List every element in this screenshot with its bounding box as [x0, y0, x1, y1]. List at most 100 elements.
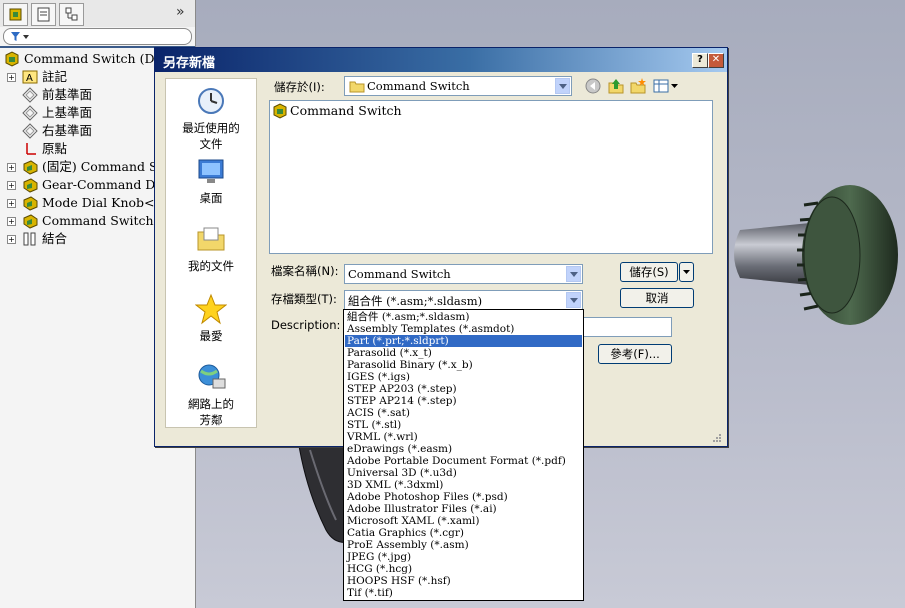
place-label: 最愛 [199, 329, 223, 343]
tree-item-label: 原點 [42, 141, 68, 156]
filetype-option[interactable]: HOOPS HSF (*.hsf) [345, 575, 582, 587]
filename-label: 檔案名稱(N): [271, 264, 339, 278]
tree-item-label: 上基準面 [42, 105, 93, 120]
filetype-combo[interactable]: 組合件 (*.asm;*.sldasm) [344, 290, 583, 310]
plane-icon [22, 105, 38, 121]
filter-icon [11, 32, 29, 41]
gear-model-graphic [734, 185, 898, 325]
part-icon [23, 196, 38, 211]
tab-property-manager[interactable] [31, 3, 56, 26]
filetype-option[interactable]: Adobe Illustrator Files (*.ai) [345, 503, 582, 515]
expand-toggle[interactable]: + [7, 199, 16, 208]
place-desktop[interactable]: 桌面 [166, 155, 256, 206]
filetype-option[interactable]: ProE Assembly (*.asm) [345, 539, 582, 551]
filetype-option[interactable]: ACIS (*.sat) [345, 407, 582, 419]
assembly-icon [5, 51, 19, 67]
filetype-option[interactable]: eDrawings (*.easm) [345, 443, 582, 455]
chevron-down-icon[interactable] [566, 292, 581, 308]
filetype-option[interactable]: Tif (*.tif) [345, 587, 582, 599]
filetype-option[interactable]: HCG (*.hcg) [345, 563, 582, 575]
place-my-documents[interactable]: 我的文件 [166, 223, 256, 274]
back-icon[interactable] [585, 78, 601, 94]
filetype-option[interactable]: VRML (*.wrl) [345, 431, 582, 443]
places-bar: 最近使用的文件 桌面 我的文件 最愛 網路上的芳鄰 [165, 78, 257, 428]
save-button-label: 儲存(S) [629, 265, 669, 279]
feature-manager-tabs: » [0, 0, 195, 27]
place-label: 最近使用的文件 [182, 121, 240, 151]
file-list[interactable]: Command Switch [269, 100, 713, 254]
part-icon [23, 214, 38, 229]
filetype-option[interactable]: STEP AP214 (*.step) [345, 395, 582, 407]
filename-value: Command Switch [348, 267, 451, 281]
save-in-combo[interactable]: Command Switch [344, 76, 572, 96]
tree-item-label: Command Switch< [42, 213, 165, 228]
svg-text:A: A [26, 73, 33, 84]
filetype-value: 組合件 (*.asm;*.sldasm) [348, 294, 483, 308]
filetype-option[interactable]: STL (*.stl) [345, 419, 582, 431]
view-menu-icon[interactable] [653, 78, 681, 94]
place-label: 網路上的芳鄰 [188, 397, 234, 427]
filetype-option[interactable]: STEP AP203 (*.step) [345, 383, 582, 395]
filetype-option[interactable]: IGES (*.igs) [345, 371, 582, 383]
network-places-icon [198, 364, 226, 389]
tree-item-label: 右基準面 [42, 123, 93, 138]
annotations-icon: A [22, 70, 38, 84]
filetype-option[interactable]: Adobe Photoshop Files (*.psd) [345, 491, 582, 503]
chevron-down-icon[interactable] [555, 78, 570, 94]
filetype-option[interactable]: JPEG (*.jpg) [345, 551, 582, 563]
collapse-panel-icon[interactable]: » [176, 4, 185, 20]
filetype-option[interactable]: Microsoft XAML (*.xaml) [345, 515, 582, 527]
plane-icon [22, 123, 38, 139]
tree-item-label: (固定) Command S [42, 159, 158, 174]
feature-filter[interactable] [3, 28, 192, 45]
filetype-option[interactable]: Catia Graphics (*.cgr) [345, 527, 582, 539]
feature-tree-icon [9, 8, 22, 21]
filetype-option[interactable]: Parasolid Binary (*.x_b) [345, 359, 582, 371]
filetype-option[interactable]: Assembly Templates (*.asmdot) [345, 323, 582, 335]
tree-item-label: 前基準面 [42, 87, 93, 102]
tree-item-label: Mode Dial Knob<1 [42, 195, 163, 210]
dialog-title-bar[interactable]: 另存新檔 ? ✕ [155, 48, 727, 72]
resize-grip-icon[interactable] [711, 432, 723, 444]
save-options-button[interactable] [679, 262, 694, 282]
expand-toggle[interactable]: + [7, 163, 16, 172]
close-button[interactable]: ✕ [708, 53, 724, 68]
place-network[interactable]: 網路上的芳鄰 [166, 361, 256, 428]
chevron-down-icon[interactable] [566, 266, 581, 282]
dropdown-arrow-icon [683, 270, 690, 274]
dialog-title: 另存新檔 [163, 56, 216, 71]
file-item-label: Command Switch [290, 103, 402, 118]
cancel-button[interactable]: 取消 [620, 288, 694, 308]
configuration-icon [65, 7, 78, 21]
references-button[interactable]: 參考(F)... [598, 344, 672, 364]
my-documents-icon [197, 227, 225, 251]
filetype-option[interactable]: 3D XML (*.3dxml) [345, 479, 582, 491]
filetype-option[interactable]: Parasolid (*.x_t) [345, 347, 582, 359]
desktop-icon [198, 159, 224, 183]
tab-configuration-manager[interactable] [59, 3, 84, 26]
filetype-option[interactable]: Universal 3D (*.u3d) [345, 467, 582, 479]
property-icon [37, 7, 50, 22]
place-label: 桌面 [199, 191, 223, 205]
filetype-option[interactable]: 組合件 (*.asm;*.sldasm) [345, 311, 582, 323]
references-button-label: 參考(F)... [610, 347, 660, 361]
help-button[interactable]: ? [692, 53, 708, 68]
filename-combo[interactable]: Command Switch [344, 264, 583, 284]
save-button[interactable]: 儲存(S) [620, 262, 678, 282]
assembly-file-icon [273, 103, 287, 119]
expand-toggle[interactable]: + [7, 181, 16, 190]
favorites-star-icon [194, 293, 228, 325]
tree-item-label: 註記 [42, 69, 68, 84]
filetype-option[interactable]: Adobe Portable Document Format (*.pdf) [345, 455, 582, 467]
expand-toggle[interactable]: + [7, 235, 16, 244]
filetype-label: 存檔類型(T): [271, 292, 337, 306]
place-favorites[interactable]: 最愛 [166, 293, 256, 344]
expand-toggle[interactable]: + [7, 217, 16, 226]
new-folder-icon[interactable] [629, 77, 647, 95]
up-folder-icon[interactable] [607, 77, 625, 95]
filetype-option[interactable]: Part (*.prt;*.sldprt) [345, 335, 582, 347]
place-recent[interactable]: 最近使用的文件 [166, 85, 256, 152]
expand-toggle[interactable]: + [7, 73, 16, 82]
filetype-dropdown-list[interactable]: 組合件 (*.asm;*.sldasm) Assembly Templates (… [343, 309, 584, 601]
tab-feature-manager[interactable] [3, 3, 28, 26]
